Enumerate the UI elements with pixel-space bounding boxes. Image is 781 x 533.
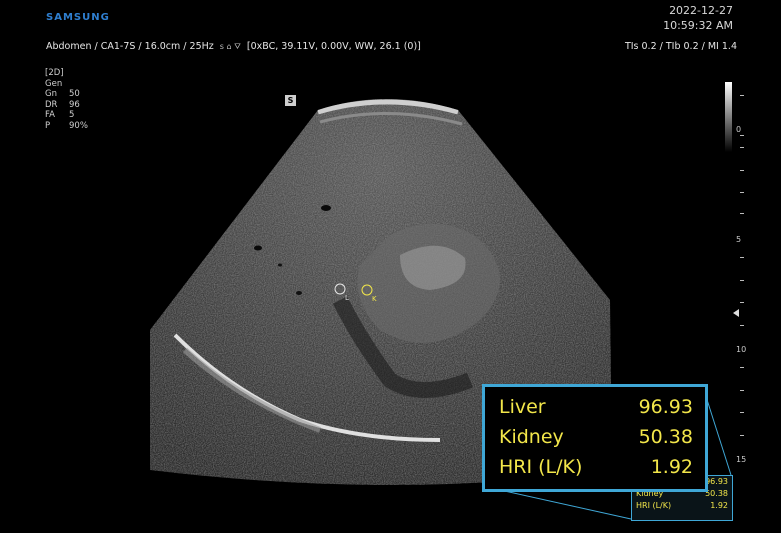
hri-callout-enlarged: Liver 96.93 Kidney 50.38 HRI (L/K) 1.92 — [482, 384, 708, 492]
hri-callout-ratio: HRI (L/K) 1.92 — [499, 456, 693, 478]
hri-callout-liver: Liver 96.93 — [499, 396, 693, 418]
hri-callout-kidney: Kidney 50.38 — [499, 426, 693, 448]
hri-row-ratio: HRI (L/K) 1.92 — [636, 501, 728, 510]
